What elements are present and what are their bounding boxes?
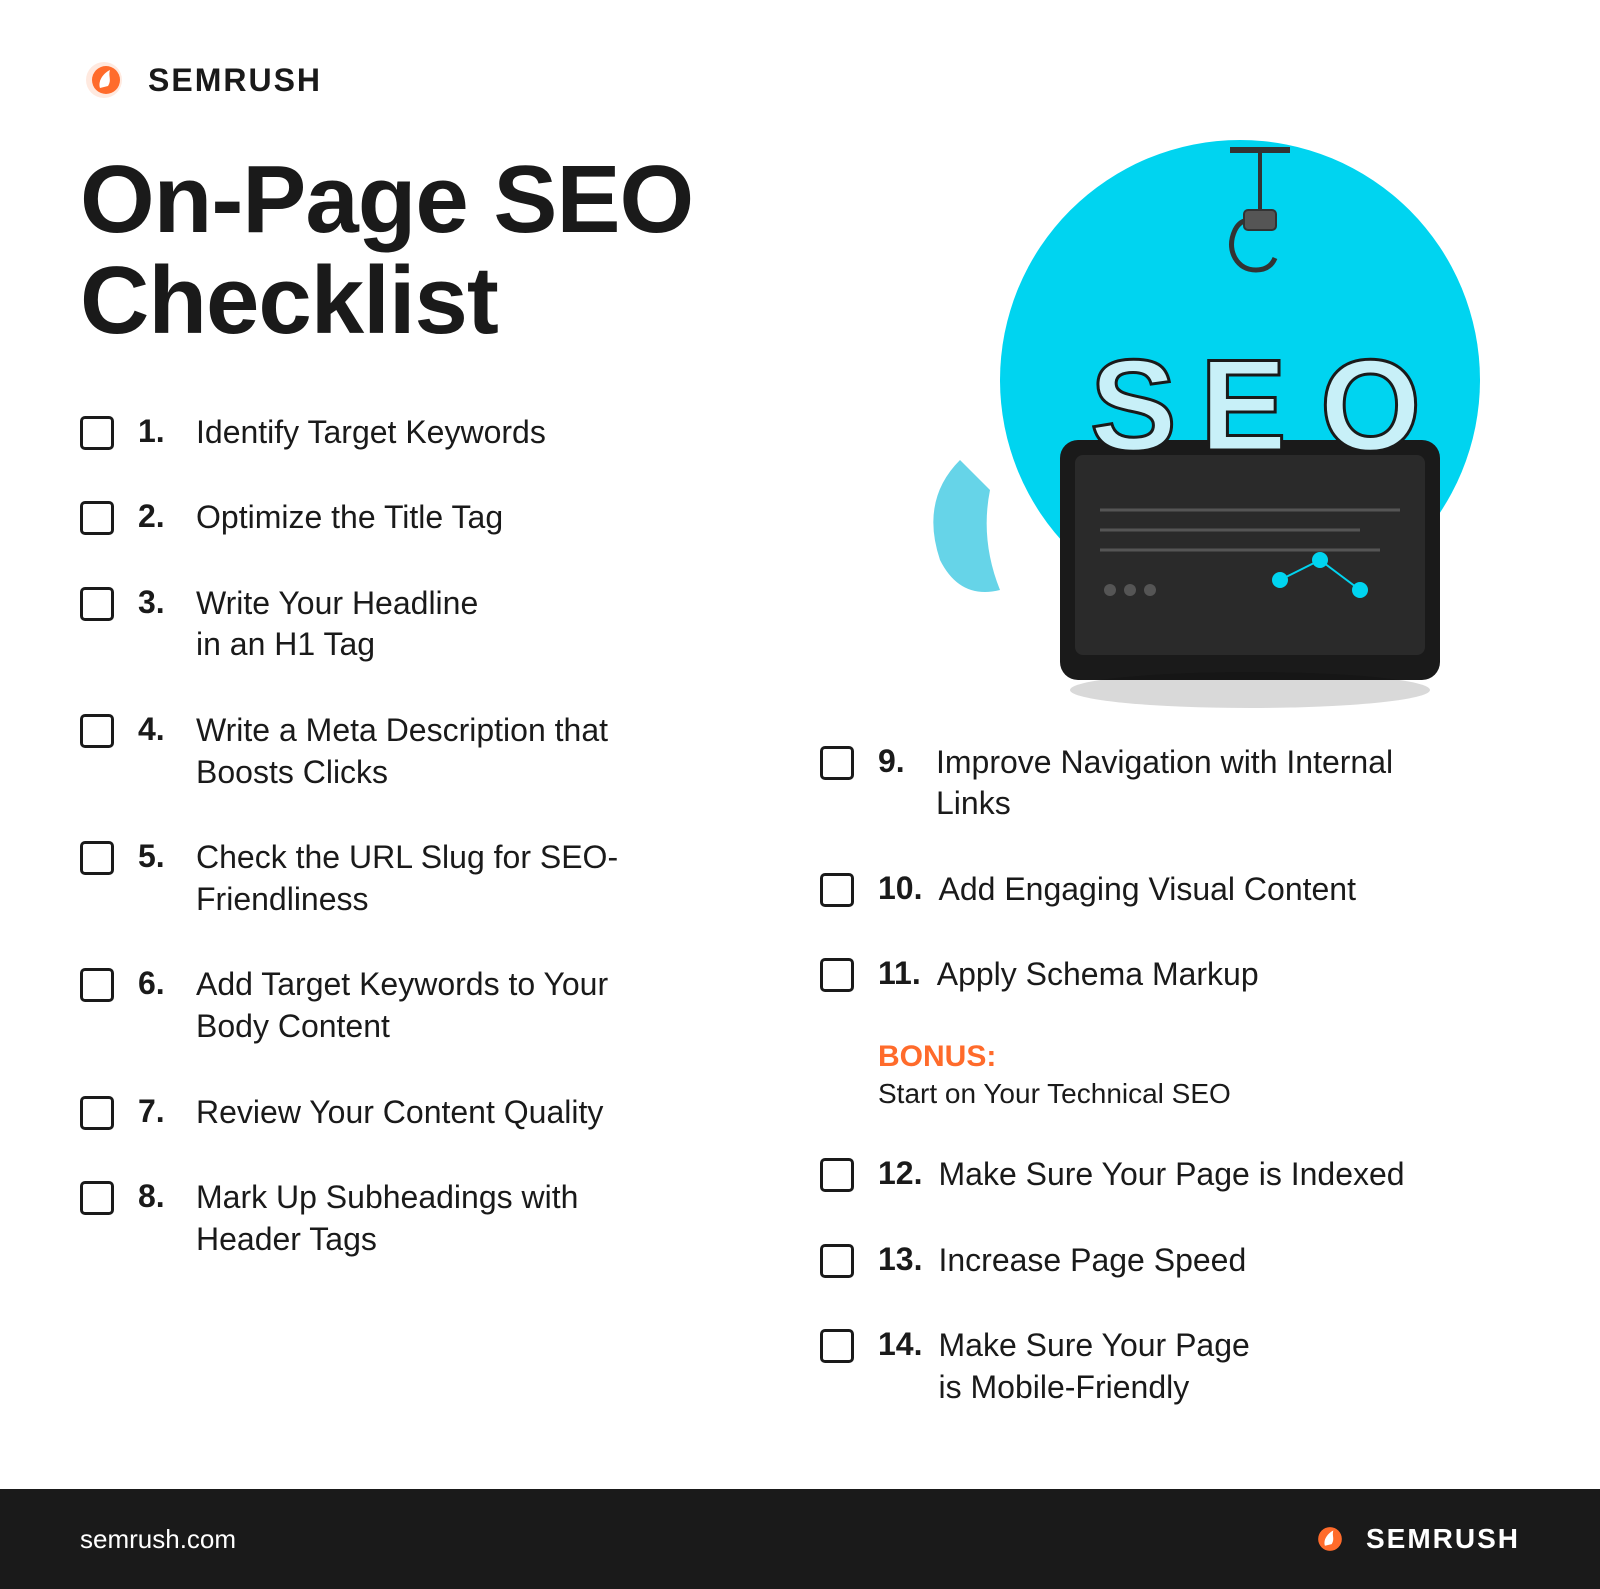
checkbox-9[interactable] [820,746,854,780]
item-number-5: 5. [138,837,180,875]
item-text-2: Optimize the Title Tag [196,497,503,539]
checklist-item-6: 6. Add Target Keywords to YourBody Conte… [80,964,740,1047]
checkbox-2[interactable] [80,501,114,535]
item-text-1: Identify Target Keywords [196,412,546,454]
seo-illustration-wrapper: S E O [860,130,1540,710]
footer-logo-icon [1308,1522,1352,1556]
item-number-3: 3. [138,583,180,621]
item-text-13: Increase Page Speed [938,1240,1246,1282]
checklist-item-1: 1. Identify Target Keywords [80,412,740,454]
checklist-item-11: 11. Apply Schema Markup [820,954,1520,996]
footer: semrush.com SEMRUSH [0,1489,1600,1589]
footer-logo: SEMRUSH [1308,1522,1520,1556]
item-text-3: Write Your Headlinein an H1 Tag [196,583,478,666]
item-text-14: Make Sure Your Pageis Mobile-Friendly [938,1325,1249,1408]
main-container: SEMRUSH On-Page SEO Checklist [0,0,1600,1489]
checklist-item-7: 7. Review Your Content Quality [80,1092,740,1134]
item-number-1: 1. [138,412,180,450]
bonus-section: BONUS: Start on Your Technical SEO [820,1040,1520,1110]
checkbox-11[interactable] [820,958,854,992]
checkbox-14[interactable] [820,1329,854,1363]
checklist-item-2: 2. Optimize the Title Tag [80,497,740,539]
checklist-item-13: 13. Increase Page Speed [820,1240,1520,1282]
header-logo-text: SEMRUSH [148,62,322,99]
checklist-item-4: 4. Write a Meta Description thatBoosts C… [80,710,740,793]
item-number-6: 6. [138,964,180,1002]
checkbox-4[interactable] [80,714,114,748]
checklist-item-14: 14. Make Sure Your Pageis Mobile-Friendl… [820,1325,1520,1408]
item-text-4: Write a Meta Description thatBoosts Clic… [196,710,608,793]
item-text-6: Add Target Keywords to YourBody Content [196,964,608,1047]
checkbox-10[interactable] [820,873,854,907]
semrush-logo-icon [80,60,132,100]
checklist-item-5: 5. Check the URL Slug for SEO-Friendline… [80,837,740,920]
checkbox-3[interactable] [80,587,114,621]
item-number-9: 9. [878,742,920,780]
checkbox-6[interactable] [80,968,114,1002]
item-number-10: 10. [878,869,922,907]
item-text-7: Review Your Content Quality [196,1092,603,1134]
checklist-item-9: 9. Improve Navigation with InternalLinks [820,742,1520,825]
svg-text:E: E [1200,332,1287,478]
item-text-12: Make Sure Your Page is Indexed [938,1154,1404,1196]
checklist-item-12: 12. Make Sure Your Page is Indexed [820,1154,1520,1196]
checklist-item-3: 3. Write Your Headlinein an H1 Tag [80,583,740,666]
bonus-label: BONUS: [878,1040,1520,1074]
item-number-11: 11. [878,954,921,992]
checkbox-13[interactable] [820,1244,854,1278]
svg-text:S: S [1090,332,1177,478]
checklist-item-8: 8. Mark Up Subheadings withHeader Tags [80,1177,740,1260]
checkbox-5[interactable] [80,841,114,875]
item-number-12: 12. [878,1154,922,1192]
item-text-9: Improve Navigation with InternalLinks [936,742,1393,825]
checkbox-12[interactable] [820,1158,854,1192]
item-number-13: 13. [878,1240,922,1278]
left-column: 1. Identify Target Keywords 2. Optimize … [80,412,780,1453]
item-number-7: 7. [138,1092,180,1130]
item-text-11: Apply Schema Markup [937,954,1259,996]
checkbox-8[interactable] [80,1181,114,1215]
footer-logo-text: SEMRUSH [1366,1523,1520,1555]
svg-text:O: O [1320,332,1421,478]
item-text-10: Add Engaging Visual Content [938,869,1356,911]
seo-illustration: S E O [860,130,1540,710]
bonus-subtitle: Start on Your Technical SEO [878,1078,1231,1109]
item-text-8: Mark Up Subheadings withHeader Tags [196,1177,578,1260]
checkbox-7[interactable] [80,1096,114,1130]
item-number-4: 4. [138,710,180,748]
item-number-14: 14. [878,1325,922,1363]
checklist-item-10: 10. Add Engaging Visual Content [820,869,1520,911]
item-text-5: Check the URL Slug for SEO-Friendliness [196,837,618,920]
item-number-8: 8. [138,1177,180,1215]
header: SEMRUSH [80,60,1520,100]
footer-url: semrush.com [80,1524,236,1555]
checkbox-1[interactable] [80,416,114,450]
item-number-2: 2. [138,497,180,535]
